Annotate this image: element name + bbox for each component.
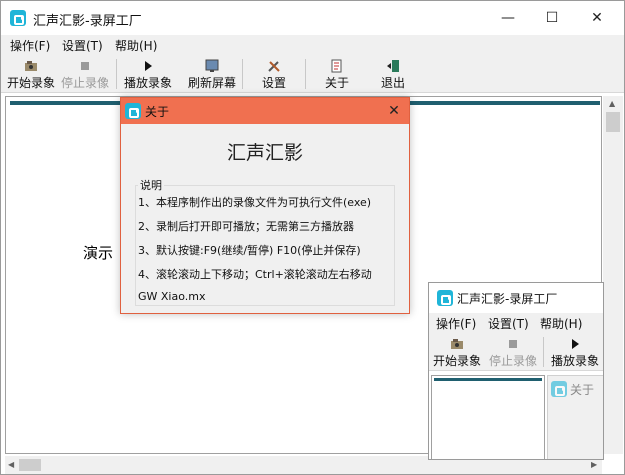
scroll-up-arrow-icon[interactable]: ▲ — [609, 99, 615, 108]
about-label: 关于 — [324, 76, 349, 90]
refresh-screen-button[interactable]: 刷新屏幕 — [186, 55, 238, 93]
play-record-button[interactable]: 播放录象 — [122, 55, 174, 93]
preview-play-label: 播放录象 — [550, 354, 599, 368]
close-button[interactable]: ✕ — [574, 1, 620, 35]
demo-label: 演示 — [83, 244, 114, 262]
app-icon — [125, 103, 141, 119]
about-dialog-title: 关于 — [145, 105, 170, 119]
preview-start-button[interactable]: 开始录象 — [431, 333, 483, 371]
description-line: 2、录制后打开即可播放；无需第三方播放器 — [138, 220, 354, 233]
title-bar[interactable]: 汇声汇影-录屏工厂 — ☐ ✕ — [1, 1, 624, 35]
preview-canvas-strip — [434, 378, 542, 381]
description-line: 4、滚轮滚动上下移动；Ctrl+滚轮滚动左右移动 — [138, 268, 372, 281]
camera-icon — [450, 337, 464, 351]
refresh-screen-label: 刷新屏幕 — [187, 76, 236, 90]
app-icon — [10, 10, 26, 26]
menu-operate[interactable]: 操作(F) — [10, 37, 50, 54]
vertical-scroll-thumb[interactable] — [606, 112, 620, 132]
preview-start-label: 开始录象 — [432, 354, 481, 368]
preview-toolbar: 开始录象 停止录像 播放录象 — [429, 333, 603, 371]
preview-menu-bar: 操作(F) 设置(T) 帮助(H) — [429, 313, 603, 333]
toolbar-separator — [305, 59, 306, 89]
horizontal-scroll-thumb[interactable] — [19, 459, 41, 471]
preview-play-button[interactable]: 播放录象 — [549, 333, 601, 371]
preview-about-dialog: 关于 — [547, 375, 603, 459]
vertical-scrollbar[interactable]: ▲ — [603, 96, 623, 454]
scroll-left-arrow-icon[interactable]: ◀ — [8, 460, 14, 469]
exit-door-icon — [386, 59, 400, 73]
scroll-right-arrow-icon[interactable]: ▶ — [591, 460, 597, 469]
about-button[interactable]: 关于 — [317, 55, 357, 93]
start-record-label: 开始录象 — [6, 76, 55, 90]
description-line: 3、默认按键:F9(继续/暂停) F10(停止并保存) — [138, 244, 361, 257]
play-record-label: 播放录象 — [123, 76, 172, 90]
about-dialog: 关于 ✕ 汇声汇影 说明 1、本程序制作出的录像文件为可执行文件(exe) 2、… — [120, 97, 410, 314]
stop-icon — [78, 59, 92, 73]
play-icon — [141, 59, 155, 73]
maximize-button[interactable]: ☐ — [529, 1, 575, 35]
settings-button[interactable]: 设置 — [254, 55, 294, 93]
settings-label: 设置 — [261, 76, 286, 90]
about-dialog-title-bar[interactable]: 关于 ✕ — [121, 98, 409, 124]
toolbar-separator — [543, 337, 544, 367]
exit-label: 退出 — [380, 76, 405, 90]
preview-window-title: 汇声汇影-录屏工厂 — [457, 292, 558, 306]
preview-menu-operate[interactable]: 操作(F) — [436, 315, 476, 332]
screen-icon — [205, 59, 219, 73]
preview-stop-button[interactable]: 停止录像 — [487, 333, 539, 371]
exit-button[interactable]: 退出 — [373, 55, 413, 93]
start-record-button[interactable]: 开始录象 — [5, 55, 57, 93]
description-group: 说明 1、本程序制作出的录像文件为可执行文件(exe) 2、录制后打开即可播放；… — [135, 177, 395, 306]
app-icon — [437, 290, 453, 306]
description-group-label: 说明 — [138, 177, 164, 193]
menu-settings[interactable]: 设置(T) — [62, 37, 103, 54]
stop-icon — [506, 337, 520, 351]
about-dialog-close-button[interactable]: ✕ — [379, 98, 409, 124]
camera-icon — [24, 59, 38, 73]
about-dialog-heading: 汇声汇影 — [226, 142, 303, 164]
preview-menu-help[interactable]: 帮助(H) — [540, 315, 582, 332]
preview-window: 汇声汇影-录屏工厂 操作(F) 设置(T) 帮助(H) 开始录象 停止录像 播放… — [428, 282, 604, 460]
preview-about-dialog-title: 关于 — [570, 383, 595, 397]
menu-help[interactable]: 帮助(H) — [115, 37, 157, 54]
tools-icon — [267, 59, 281, 73]
stop-record-label: 停止录像 — [60, 76, 109, 90]
toolbar: 开始录象 停止录像 播放录象 刷新屏幕 设置 关于 退出 — [1, 55, 624, 93]
description-line: 1、本程序制作出的录像文件为可执行文件(exe) — [138, 196, 372, 209]
preview-stop-label: 停止录像 — [488, 354, 537, 368]
app-icon — [551, 381, 567, 397]
toolbar-separator — [242, 59, 243, 89]
preview-canvas — [431, 375, 545, 459]
preview-menu-settings[interactable]: 设置(T) — [488, 315, 529, 332]
play-icon — [568, 337, 582, 351]
menu-bar: 操作(F) 设置(T) 帮助(H) — [1, 35, 624, 55]
document-edit-icon — [330, 59, 344, 73]
author-credit: GW Xiao.mx — [138, 290, 206, 303]
toolbar-separator — [116, 59, 117, 89]
window-title: 汇声汇影-录屏工厂 — [33, 14, 142, 29]
stop-record-button[interactable]: 停止录像 — [59, 55, 111, 93]
minimize-button[interactable]: — — [485, 1, 531, 35]
